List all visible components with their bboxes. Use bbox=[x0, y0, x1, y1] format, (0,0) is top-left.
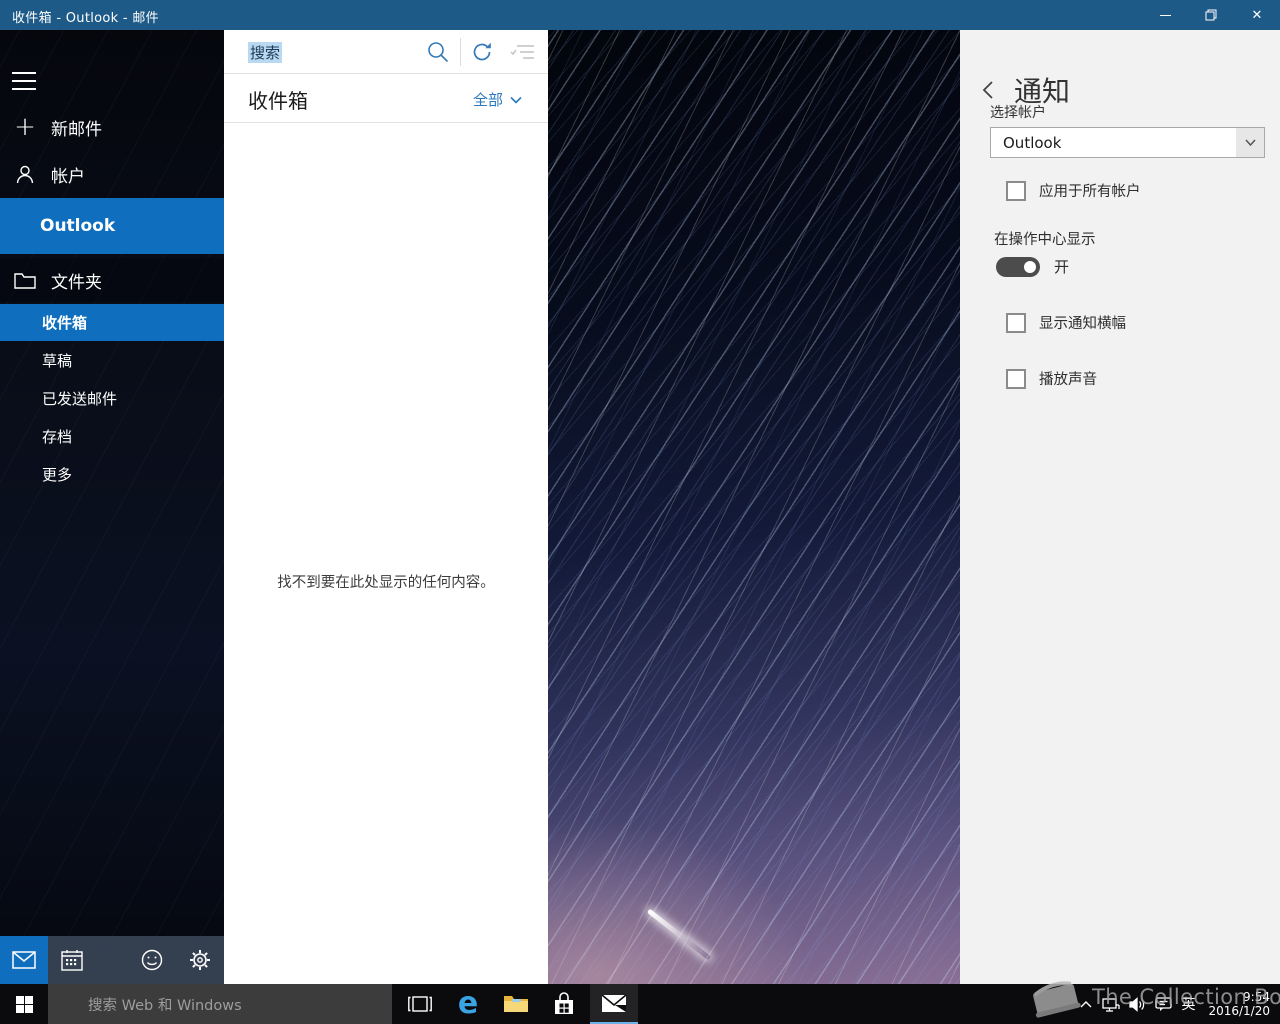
restore-button[interactable] bbox=[1188, 0, 1234, 30]
taskbar-search-placeholder: 搜索 Web 和 Windows bbox=[88, 994, 242, 1015]
action-center-toggle[interactable] bbox=[996, 257, 1040, 277]
dropdown-chevron-button[interactable] bbox=[1236, 128, 1264, 157]
mail-app-icon bbox=[601, 994, 627, 1013]
play-sound-checkbox[interactable] bbox=[1006, 369, 1026, 389]
restore-icon bbox=[1205, 9, 1217, 21]
toggle-state-label: 开 bbox=[1054, 256, 1069, 277]
close-button[interactable]: ✕ bbox=[1234, 0, 1280, 30]
clock-time: 9:54 bbox=[1243, 990, 1270, 1004]
folders-header[interactable]: 文件夹 bbox=[0, 258, 224, 302]
mail-tab-button[interactable] bbox=[0, 936, 48, 984]
empty-state-message: 找不到要在此处显示的任何内容。 bbox=[224, 571, 548, 592]
search-input[interactable]: 搜索 bbox=[248, 42, 282, 63]
search-icon[interactable] bbox=[426, 40, 450, 64]
volume-icon[interactable] bbox=[1129, 997, 1146, 1012]
accounts-button[interactable]: 帐户 bbox=[0, 157, 224, 191]
sidebar: + 新邮件 帐户 Outlook 文件夹 收件箱 草稿 已发送邮件 存档 更多 bbox=[0, 30, 224, 984]
filter-all-label: 全部 bbox=[473, 89, 503, 110]
close-icon: ✕ bbox=[1252, 9, 1263, 22]
filter-all-dropdown[interactable]: 全部 bbox=[473, 89, 522, 110]
edge-browser-button[interactable]: e bbox=[444, 984, 492, 1024]
hidden-icons-chevron-icon[interactable] bbox=[1079, 999, 1093, 1009]
windows-logo-icon bbox=[16, 996, 33, 1013]
accounts-label: 帐户 bbox=[51, 162, 85, 187]
plus-icon: + bbox=[13, 116, 37, 138]
new-mail-label: 新邮件 bbox=[51, 115, 102, 140]
show-banner-row[interactable]: 显示通知横幅 bbox=[1006, 312, 1126, 333]
play-sound-label: 播放声音 bbox=[1039, 368, 1097, 389]
feedback-button[interactable] bbox=[128, 936, 176, 984]
sidebar-bottom-spacer bbox=[96, 936, 128, 984]
folders-label: 文件夹 bbox=[51, 268, 102, 293]
gear-icon bbox=[189, 949, 211, 971]
sidebar-item-archive[interactable]: 存档 bbox=[0, 418, 224, 455]
chevron-down-icon bbox=[1245, 139, 1256, 146]
chevron-down-icon bbox=[510, 96, 522, 104]
clock-date: 2016/1/20 bbox=[1208, 1004, 1270, 1018]
account-dropdown-value: Outlook bbox=[1003, 134, 1236, 152]
filter-icon[interactable] bbox=[510, 40, 536, 64]
meteor-streak bbox=[647, 909, 712, 961]
folder-icon bbox=[13, 271, 37, 289]
sync-icon[interactable] bbox=[470, 40, 494, 64]
list-header: 收件箱 全部 bbox=[224, 74, 548, 123]
search-divider bbox=[460, 38, 461, 66]
settings-button[interactable] bbox=[176, 936, 224, 984]
store-icon bbox=[552, 992, 576, 1016]
taskbar-search-input[interactable]: 搜索 Web 和 Windows bbox=[48, 984, 392, 1024]
taskbar: 搜索 Web 和 Windows e 英 9:54 2016/1/20 bbox=[0, 984, 1280, 1024]
sidebar-item-inbox[interactable]: 收件箱 bbox=[0, 304, 224, 341]
play-sound-row[interactable]: 播放声音 bbox=[1006, 368, 1097, 389]
list-title: 收件箱 bbox=[248, 85, 308, 114]
action-center-label: 在操作中心显示 bbox=[994, 228, 1096, 249]
show-banner-checkbox[interactable] bbox=[1006, 313, 1026, 333]
mail-app-button[interactable] bbox=[590, 984, 638, 1024]
action-center-toggle-row: 开 bbox=[996, 256, 1069, 277]
edge-icon: e bbox=[458, 989, 478, 1019]
back-chevron-icon[interactable] bbox=[982, 80, 994, 100]
sidebar-bottom-bar bbox=[0, 936, 224, 984]
ime-language-indicator[interactable]: 英 bbox=[1181, 994, 1195, 1014]
account-name-label: Outlook bbox=[40, 216, 115, 236]
apply-all-label: 应用于所有帐户 bbox=[1039, 180, 1141, 201]
action-center-icon[interactable] bbox=[1155, 996, 1172, 1012]
mail-icon bbox=[12, 951, 36, 969]
calendar-tab-button[interactable] bbox=[48, 936, 96, 984]
system-tray: 英 9:54 2016/1/20 bbox=[1079, 990, 1270, 1019]
new-mail-button[interactable]: + 新邮件 bbox=[0, 110, 224, 144]
sidebar-item-more[interactable]: 更多 bbox=[0, 456, 224, 493]
select-account-label: 选择帐户 bbox=[990, 102, 1046, 122]
show-banner-label: 显示通知横幅 bbox=[1039, 312, 1126, 333]
sidebar-item-sent[interactable]: 已发送邮件 bbox=[0, 380, 224, 417]
task-view-icon bbox=[408, 995, 432, 1013]
start-button[interactable] bbox=[0, 984, 48, 1024]
message-list-pane: 搜索 收件箱 全部 找不到要在此处显示的任何内容。 bbox=[224, 30, 548, 984]
apply-all-accounts-row[interactable]: 应用于所有帐户 bbox=[1006, 180, 1141, 201]
account-dropdown[interactable]: Outlook bbox=[990, 127, 1265, 158]
minimize-icon bbox=[1160, 15, 1171, 16]
toggle-knob bbox=[1024, 261, 1036, 273]
titlebar: 收件箱 - Outlook - 邮件 ✕ bbox=[0, 0, 1280, 30]
window-title: 收件箱 - Outlook - 邮件 bbox=[12, 7, 159, 26]
notification-settings-panel: 通知 选择帐户 Outlook 应用于所有帐户 在操作中心显示 开 显示通知横幅… bbox=[960, 30, 1280, 984]
search-bar: 搜索 bbox=[224, 30, 548, 74]
sidebar-item-account-outlook[interactable]: Outlook bbox=[0, 198, 224, 254]
task-view-button[interactable] bbox=[396, 984, 444, 1024]
sidebar-item-drafts[interactable]: 草稿 bbox=[0, 342, 224, 379]
smiley-icon bbox=[141, 949, 163, 971]
apply-all-checkbox[interactable] bbox=[1006, 181, 1026, 201]
network-icon[interactable] bbox=[1102, 997, 1120, 1012]
file-explorer-icon bbox=[503, 994, 529, 1014]
file-explorer-button[interactable] bbox=[492, 984, 540, 1024]
person-icon bbox=[13, 164, 37, 184]
minimize-button[interactable] bbox=[1142, 0, 1188, 30]
hamburger-menu-icon[interactable] bbox=[12, 72, 36, 90]
desktop-wallpaper bbox=[548, 30, 960, 984]
calendar-icon bbox=[61, 949, 83, 971]
store-button[interactable] bbox=[540, 984, 588, 1024]
taskbar-clock[interactable]: 9:54 2016/1/20 bbox=[1208, 990, 1270, 1019]
